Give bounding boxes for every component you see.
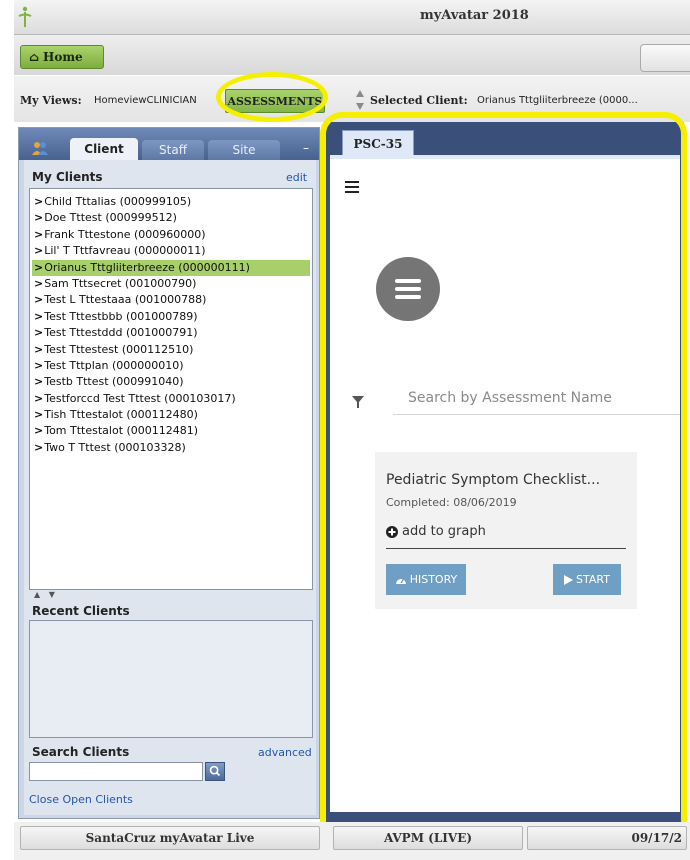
client-name: Test Tttestddd (001000791) <box>44 326 198 340</box>
chevron-right-icon: > <box>34 391 44 405</box>
selected-client-label: Selected Client: <box>370 94 468 107</box>
search-icon[interactable] <box>205 762 225 781</box>
chevron-right-icon: > <box>34 309 44 323</box>
client-list-item[interactable]: >Sam Tttsecret (001000790) <box>32 276 310 292</box>
people-icon[interactable] <box>32 141 48 155</box>
recent-clients-list <box>29 620 313 738</box>
my-views-value[interactable]: HomeviewCLINICIAN <box>94 95 222 106</box>
client-list-item[interactable]: >Test Tttestddd (001000791) <box>32 325 310 341</box>
tab-site[interactable]: Site <box>208 140 280 160</box>
app-logo-icon <box>18 6 32 27</box>
chevron-right-icon: > <box>34 424 44 438</box>
client-spinner-icon[interactable] <box>354 86 366 114</box>
collapse-panel-button[interactable]: – <box>296 141 316 155</box>
client-name: Test Tttestest (000112510) <box>44 342 194 356</box>
client-name: Two T Tttest (000103328) <box>44 440 186 454</box>
tab-client[interactable]: Client <box>70 138 138 160</box>
home-button[interactable]: ⌂ Home <box>20 45 104 69</box>
status-date: 09/17/2 <box>527 826 687 850</box>
home-button-label: Home <box>43 50 83 64</box>
toolbar <box>14 35 690 75</box>
close-open-clients-link[interactable]: Close Open Clients <box>29 793 133 806</box>
client-name: Test Tttestbbb (001000789) <box>44 309 198 323</box>
my-clients-list: >Child Tttalias (000999105) >Doe Tttest (… <box>29 188 313 590</box>
client-list-item[interactable]: >Tom Tttestalot (000112481) <box>32 423 310 439</box>
client-list-item[interactable]: >Lil' T Tttfavreau (000000011) <box>32 243 310 259</box>
home-icon: ⌂ <box>29 50 40 64</box>
chevron-right-icon: > <box>34 260 44 274</box>
status-environment: SantaCruz myAvatar Live <box>20 826 320 850</box>
client-name: Sam Tttsecret (001000790) <box>44 276 197 290</box>
chevron-right-icon: > <box>34 375 44 389</box>
client-name: Test Tttplan (000000010) <box>44 358 184 372</box>
chevron-right-icon: > <box>34 227 44 241</box>
status-server: AVPM (LIVE) <box>333 826 523 850</box>
search-clients-input[interactable] <box>29 762 203 781</box>
client-list-item[interactable]: >Test Tttplan (000000010) <box>32 358 310 374</box>
recent-clients-heading: Recent Clients <box>32 604 130 618</box>
client-list-item[interactable]: >Child Tttalias (000999105) <box>32 194 310 210</box>
chevron-right-icon: > <box>34 293 44 307</box>
assessments-highlight-circle <box>216 72 328 122</box>
client-name: Orianus Tttgliiterbreeze (000000111) <box>44 260 250 274</box>
title-bar <box>14 0 690 35</box>
chevron-right-icon: > <box>34 408 44 422</box>
client-name: Frank Tttestone (000960000) <box>44 227 206 241</box>
chevron-right-icon: > <box>34 276 44 290</box>
my-clients-heading: My Clients <box>32 170 103 184</box>
client-name: Lil' T Tttfavreau (000000011) <box>44 244 206 258</box>
client-list-item[interactable]: >Test L Tttestaaa (001000788) <box>32 292 310 308</box>
client-list-item[interactable]: >Doe Tttest (000999512) <box>32 210 310 226</box>
selected-client-value: Orianus Tttgliiterbreeze (0000... <box>477 95 638 106</box>
chevron-right-icon: > <box>34 195 44 208</box>
client-list-item[interactable]: >Frank Tttestone (000960000) <box>32 227 310 243</box>
toolbar-button[interactable] <box>640 44 690 72</box>
client-list-item[interactable]: >Two T Tttest (000103328) <box>32 440 310 456</box>
advanced-search-link[interactable]: advanced <box>258 746 312 759</box>
chevron-right-icon: > <box>34 440 44 454</box>
client-name: Child Tttalias (000999105) <box>44 195 192 208</box>
client-name: Tish Tttestalot (000112480) <box>44 408 198 422</box>
client-list-item[interactable]: >Test Tttestest (000112510) <box>32 342 310 358</box>
client-name: Tom Tttestalot (000112481) <box>44 424 199 438</box>
client-name: Testb Tttest (000991040) <box>44 375 184 389</box>
my-views-label: My Views: <box>20 94 82 107</box>
window-title: myAvatar 2018 <box>420 8 529 23</box>
client-list-item[interactable]: >Testforccd Test Tttest (000103017) <box>32 391 310 407</box>
client-list-item[interactable]: >Orianus Tttgliiterbreeze (000000111) <box>32 259 310 276</box>
chevron-right-icon: > <box>34 358 44 372</box>
search-clients-heading: Search Clients <box>32 745 130 759</box>
chevron-right-icon: > <box>34 342 44 356</box>
chevron-right-icon: > <box>34 244 44 258</box>
chevron-right-icon: > <box>34 211 44 225</box>
client-list-item[interactable]: >Test Tttestbbb (001000789) <box>32 309 310 325</box>
client-name: Doe Tttest (000999512) <box>44 211 177 225</box>
list-resize-handle[interactable]: ▲ ▼ <box>34 590 58 599</box>
edit-clients-link[interactable]: edit <box>286 171 307 184</box>
client-list-item[interactable]: >Testb Tttest (000991040) <box>32 374 310 390</box>
chevron-right-icon: > <box>34 326 44 340</box>
client-list-item[interactable]: >Tish Tttestalot (000112480) <box>32 407 310 423</box>
assessment-highlight-box <box>320 112 687 856</box>
client-name: Testforccd Test Tttest (000103017) <box>44 391 236 405</box>
tab-staff[interactable]: Staff <box>142 140 204 160</box>
client-name: Test L Tttestaaa (001000788) <box>44 293 207 307</box>
